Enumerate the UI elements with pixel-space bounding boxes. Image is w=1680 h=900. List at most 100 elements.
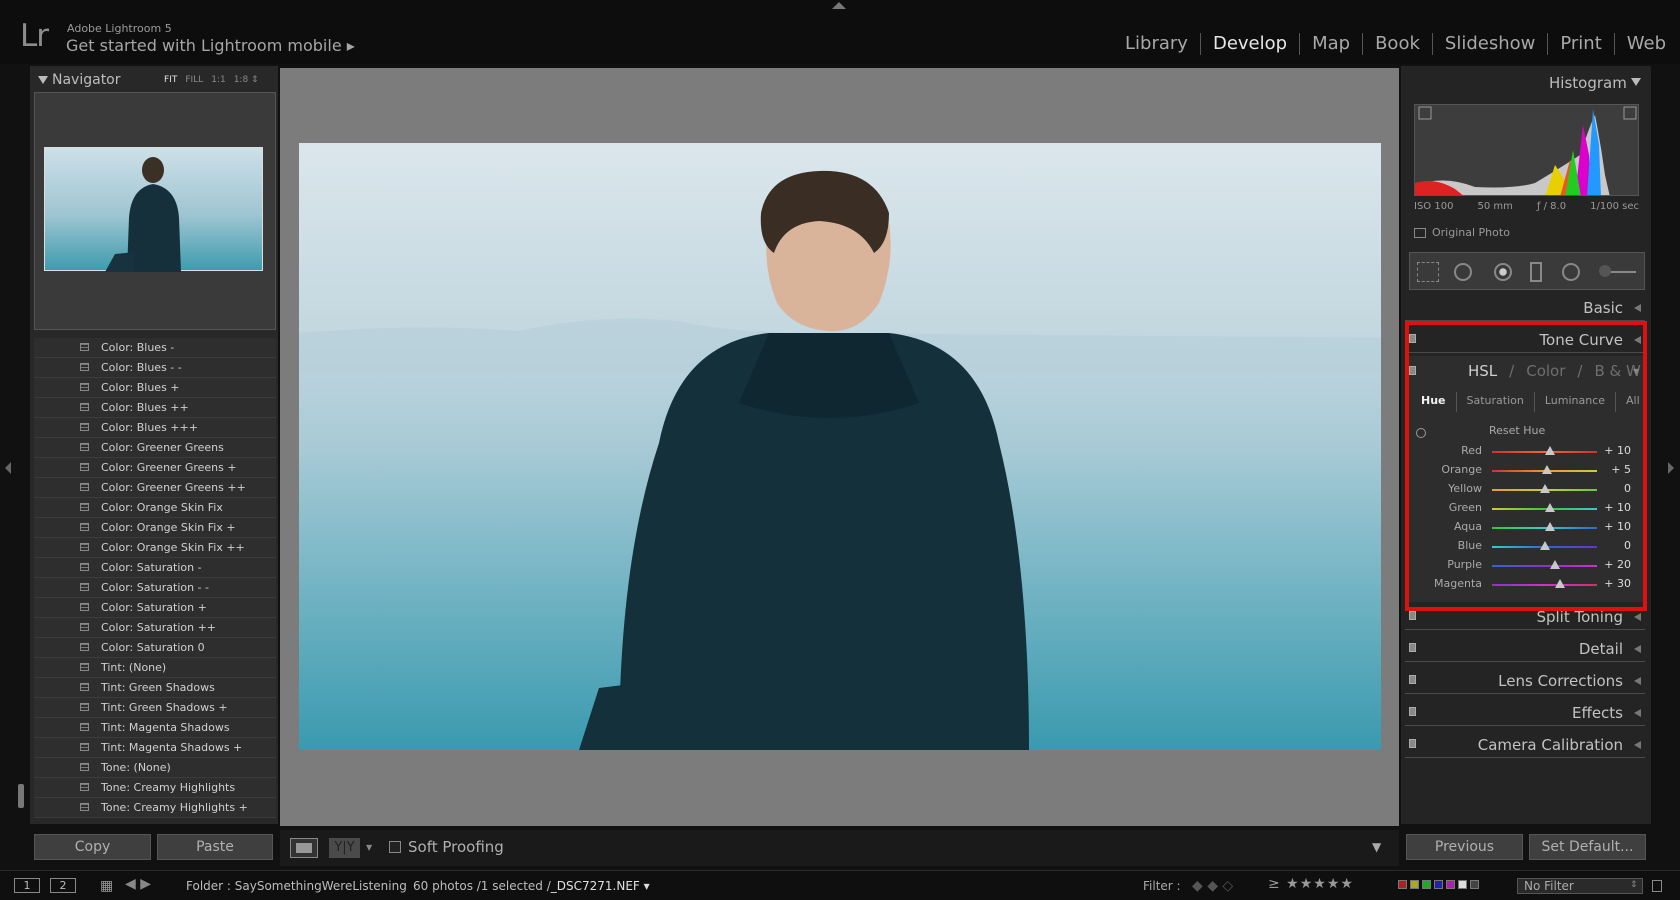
white-label-filter[interactable] [1458,880,1467,889]
preset-item[interactable]: Tone: Creamy Highlights + [34,798,276,818]
previous-button[interactable]: Previous [1406,834,1523,860]
histogram-title[interactable]: Histogram [1549,74,1627,92]
collapse-left-panel-arrow[interactable] [5,462,11,474]
paste-button[interactable]: Paste [157,834,273,860]
preset-item[interactable]: Tint: Magenta Shadows + [34,738,276,758]
preset-item[interactable]: Color: Orange Skin Fix + [34,518,276,538]
filter-dropdown-icon[interactable]: ⇕ [1630,880,1638,890]
copy-button[interactable]: Copy [34,834,151,860]
lens-corrections-switch-icon[interactable] [1409,675,1416,684]
navigator-title[interactable]: Navigator [52,72,121,88]
module-library[interactable]: Library [1113,33,1201,55]
preset-item[interactable]: Color: Greener Greens + [34,458,276,478]
split-toning-switch-icon[interactable] [1409,611,1416,620]
original-photo-label: Original Photo [1432,226,1510,239]
zoom-fit[interactable]: FIT [164,75,177,85]
adjustment-brush-tip-icon [1599,265,1611,277]
yellow-label-filter[interactable] [1410,880,1419,889]
section-detail[interactable]: Detail [1405,634,1645,662]
section-camera-calibration[interactable]: Camera Calibration [1405,730,1645,758]
filter-lock-icon[interactable] [1652,880,1662,892]
preset-item[interactable]: Color: Blues ++ [34,398,276,418]
preset-item[interactable]: Color: Greener Greens [34,438,276,458]
collapse-right-panel-arrow[interactable] [1668,462,1674,474]
crop-tool-icon[interactable] [1417,262,1439,282]
presets-scrollbar[interactable] [18,784,24,808]
preset-icon [80,703,89,711]
zoom-fill[interactable]: FILL [185,75,203,85]
grid-view-icon[interactable]: ▦ [100,878,113,894]
preset-item[interactable]: Color: Saturation - - [34,578,276,598]
collapse-top-panel-arrow[interactable] [832,2,846,9]
module-map[interactable]: Map [1300,33,1364,55]
module-develop[interactable]: Develop [1201,33,1301,55]
camera-calibration-switch-icon[interactable] [1409,739,1416,748]
rating-filter[interactable]: ≥ ★★★★★ [1268,876,1354,892]
module-print[interactable]: Print [1548,33,1615,55]
preset-item[interactable]: Tint: (None) [34,658,276,678]
section-lens-corrections[interactable]: Lens Corrections [1405,666,1645,694]
toolbar-menu-icon[interactable]: ▼ [1372,840,1381,854]
green-label-filter[interactable] [1422,880,1431,889]
preset-item[interactable]: Tint: Magenta Shadows [34,718,276,738]
preset-item[interactable]: Tint: Green Shadows + [34,698,276,718]
blue-label-filter[interactable] [1434,880,1443,889]
preset-item[interactable]: Color: Saturation + [34,598,276,618]
preset-item[interactable]: Color: Orange Skin Fix [34,498,276,518]
effects-switch-icon[interactable] [1409,707,1416,716]
main-photo[interactable] [299,143,1381,750]
preset-item[interactable]: Color: Orange Skin Fix ++ [34,538,276,558]
preset-item[interactable]: Color: Blues - [34,338,276,358]
preset-item[interactable]: Color: Saturation - [34,558,276,578]
preset-item[interactable]: Tone: Creamy Highlights [34,778,276,798]
zoom-1-1[interactable]: 1:1 [211,75,225,85]
soft-proofing-label[interactable]: Soft Proofing [408,838,504,856]
module-web[interactable]: Web [1615,33,1666,55]
before-after-dropdown-icon[interactable]: ▼ [366,843,372,852]
mobile-promo-link[interactable]: Get started with Lightroom mobile ▸ [66,36,355,55]
histogram-collapse-icon[interactable] [1631,78,1641,86]
before-after-button[interactable]: Y|Y [329,838,360,858]
preset-item[interactable]: Color: Saturation 0 [34,638,276,658]
detail-switch-icon[interactable] [1409,643,1416,652]
preset-item[interactable]: Color: Blues - - [34,358,276,378]
preset-label: Tint: Magenta Shadows + [101,741,243,754]
preset-item[interactable]: Color: Blues + [34,378,276,398]
navigator-thumbnail[interactable] [44,147,263,272]
main-monitor-button[interactable]: 1 [14,878,40,893]
preset-item[interactable]: Color: Greener Greens ++ [34,478,276,498]
section-basic[interactable]: Basic [1405,293,1645,321]
soft-proofing-checkbox[interactable] [389,841,401,853]
original-photo-checkbox[interactable] [1414,228,1426,238]
preset-item[interactable]: Color: Saturation ++ [34,618,276,638]
no-label-filter[interactable] [1470,880,1479,889]
preset-item[interactable]: Tint: Green Shadows [34,678,276,698]
red-label-filter[interactable] [1398,880,1407,889]
module-book[interactable]: Book [1363,33,1433,55]
graduated-filter-icon[interactable] [1530,262,1542,282]
secondary-monitor-button[interactable]: 2 [50,878,76,893]
preset-label: Color: Orange Skin Fix [101,501,223,514]
set-default-button[interactable]: Set Default... [1529,834,1646,860]
preset-item[interactable]: Color: Blues +++ [34,418,276,438]
back-forward-arrows-icon[interactable]: ◀ ▶ [125,876,151,892]
navigator-collapse-icon[interactable] [38,76,48,84]
preset-item[interactable]: Tone: (None) [34,758,276,778]
purple-label-filter[interactable] [1446,880,1455,889]
preset-icon [80,723,89,731]
loupe-view-icon[interactable] [290,838,318,858]
spot-removal-tool-icon[interactable] [1454,263,1472,281]
module-slideshow[interactable]: Slideshow [1433,33,1549,55]
exif-focal: 50 mm [1477,201,1513,212]
folder-path: Folder : SaySomethingWereListening [186,879,407,893]
filter-preset-select[interactable]: No Filter [1517,878,1643,894]
radial-filter-icon[interactable] [1562,263,1580,281]
flag-filter-icons[interactable]: ◆ ◆ ◇ [1192,878,1233,894]
selected-filename[interactable]: _DSC7271.NEF ▾ [551,879,650,893]
histogram-graph[interactable] [1414,104,1639,196]
preset-label: Color: Blues +++ [101,421,198,434]
red-eye-tool-icon[interactable] [1494,263,1512,281]
zoom-1-8[interactable]: 1:8 ⇕ [234,75,259,85]
section-effects[interactable]: Effects [1405,698,1645,726]
preset-icon [80,543,89,551]
